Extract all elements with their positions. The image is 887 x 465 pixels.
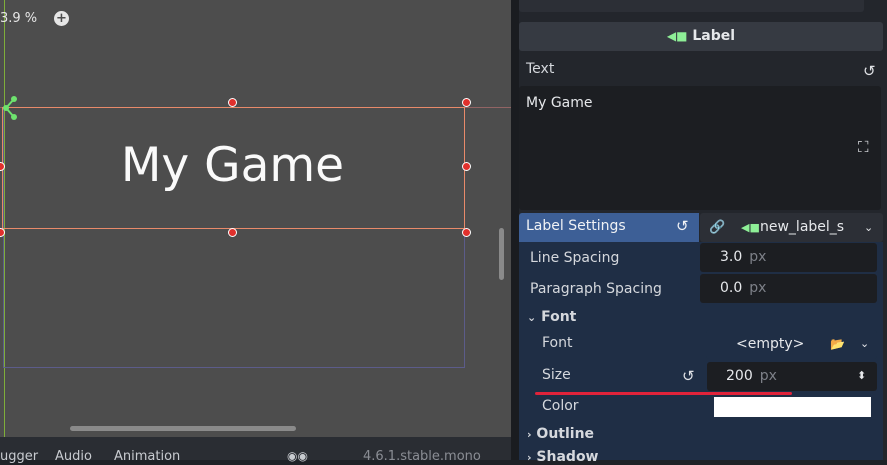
handle-bottom-center[interactable] bbox=[228, 228, 237, 237]
label-text-preview: My Game bbox=[120, 138, 345, 193]
resource-name: new_label_s bbox=[760, 219, 845, 235]
revert-label-settings-icon[interactable]: ↺ bbox=[676, 213, 689, 240]
revert-size-icon[interactable]: ↺ bbox=[682, 367, 695, 385]
handle-top-right[interactable] bbox=[462, 98, 471, 107]
link-icon[interactable]: 🔗 bbox=[709, 213, 725, 242]
size-field[interactable]: 200 px ⬍ bbox=[707, 362, 877, 391]
font-group-label: Font bbox=[541, 309, 577, 325]
inspector-panel: ◀■ Label Text ↺ My Game ⛶ Label Settings… bbox=[519, 0, 887, 465]
shadow-group-label: Shadow bbox=[536, 449, 599, 465]
line-spacing-label: Line Spacing bbox=[530, 250, 620, 266]
label-settings-title: Label Settings bbox=[526, 218, 626, 234]
font-value: <empty> bbox=[736, 336, 805, 352]
font-group-header[interactable]: ⌄ Font bbox=[527, 309, 576, 325]
paragraph-spacing-label: Paragraph Spacing bbox=[530, 281, 662, 297]
zoom-level[interactable]: 3.9 % bbox=[0, 11, 37, 26]
zoom-in-icon[interactable]: + bbox=[54, 11, 69, 26]
color-swatch[interactable] bbox=[714, 397, 871, 417]
line-spacing-field[interactable]: 3.0 px bbox=[700, 243, 877, 272]
chevron-down-icon[interactable]: ⌄ bbox=[860, 330, 869, 358]
handle-bottom-right[interactable] bbox=[462, 228, 471, 237]
tab-audio[interactable]: Audio bbox=[55, 449, 92, 464]
resource-icon: ◀■ bbox=[741, 221, 760, 234]
paragraph-spacing-field[interactable]: 0.0 px bbox=[700, 274, 877, 303]
bottom-panel-tabs: ugger Audio Animation ◉◉ 4.6.1.stable.mo… bbox=[0, 437, 511, 464]
chevron-down-icon: ⌄ bbox=[527, 311, 537, 324]
filter-properties-input[interactable] bbox=[519, 0, 864, 12]
text-value-field[interactable]: My Game ⛶ bbox=[519, 86, 881, 210]
label-settings-body: Line Spacing 3.0 px Paragraph Spacing 0.0… bbox=[519, 242, 883, 465]
chevron-right-icon: › bbox=[527, 451, 532, 464]
size-unit: px bbox=[759, 368, 777, 384]
font-label: Font bbox=[542, 335, 573, 351]
size-underline-marker bbox=[535, 392, 792, 395]
size-value: 200 bbox=[726, 368, 753, 384]
load-folder-icon[interactable]: 📂 bbox=[830, 330, 845, 358]
handle-mid-right[interactable] bbox=[462, 162, 471, 171]
text-value: My Game bbox=[526, 95, 593, 111]
color-label: Color bbox=[542, 398, 579, 414]
outline-group-header[interactable]: › Outline bbox=[527, 426, 594, 442]
canvas-viewport[interactable]: My Game 3.9 % + bbox=[0, 0, 511, 437]
stepper-icon[interactable]: ⬍ bbox=[857, 362, 866, 390]
label-settings-resource-picker[interactable]: 🔗 ◀■ new_label_s ⌄ bbox=[700, 213, 883, 242]
handle-top-center[interactable] bbox=[228, 98, 237, 107]
node-type-label: Label bbox=[692, 28, 736, 44]
font-resource-field[interactable]: <empty> 📂 ⌄ bbox=[706, 330, 877, 359]
chevron-right-icon: › bbox=[527, 428, 532, 441]
revert-icon[interactable]: ↺ bbox=[863, 62, 876, 80]
text-property-label: Text bbox=[526, 61, 555, 77]
horizontal-scrollbar[interactable] bbox=[70, 426, 296, 431]
shadow-group-header[interactable]: › Shadow bbox=[527, 449, 599, 465]
version-label: 4.6.1.stable.mono bbox=[363, 449, 481, 464]
tab-debugger[interactable]: ugger bbox=[0, 449, 38, 464]
tab-animation[interactable]: Animation bbox=[114, 449, 180, 464]
outline-group-label: Outline bbox=[536, 426, 595, 442]
line-spacing-value: 3.0 bbox=[720, 249, 743, 265]
node-type-header[interactable]: ◀■ Label bbox=[519, 22, 883, 51]
paragraph-spacing-unit: px bbox=[749, 280, 767, 296]
paragraph-spacing-value: 0.0 bbox=[720, 280, 743, 296]
panel-toggle-icon[interactable]: ◉◉ bbox=[287, 449, 308, 463]
vertical-scrollbar[interactable] bbox=[499, 228, 504, 280]
label-settings-header[interactable]: Label Settings ↺ bbox=[519, 213, 699, 242]
label-node-icon: ◀■ bbox=[666, 29, 688, 43]
size-label: Size bbox=[542, 367, 571, 383]
expand-icon[interactable]: ⛶ bbox=[858, 138, 869, 156]
chevron-down-icon[interactable]: ⌄ bbox=[864, 213, 873, 242]
line-spacing-unit: px bbox=[749, 249, 767, 265]
pivot-icon[interactable] bbox=[2, 96, 20, 122]
panel-divider[interactable] bbox=[511, 0, 519, 460]
